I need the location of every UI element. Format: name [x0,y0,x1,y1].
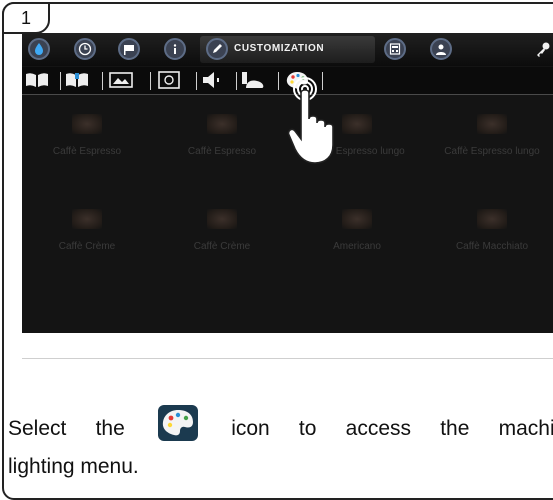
beverage-name: Caffè Macchiato [455,241,529,252]
screen-bottom-strip [22,333,553,359]
divider [196,72,197,90]
eco-icon[interactable] [240,70,266,90]
user-icon[interactable] [430,38,452,60]
cup-icon [72,209,102,229]
pencil-icon [206,38,228,60]
cup-icon [342,209,372,229]
monitor-icon[interactable] [156,70,182,90]
beverage-name: Caffè Crème [58,241,116,252]
beverage-name: Caffè Crème [193,241,251,252]
cup-icon [72,114,102,134]
speaker-icon[interactable] [200,70,226,90]
book-open-icon[interactable] [64,70,90,90]
beverage-tile[interactable]: Caffè Crème [22,201,152,271]
beverage-name: Caffè Espresso lungo [444,146,540,157]
divider [236,72,237,90]
flag-icon[interactable] [118,38,140,60]
calculator-icon[interactable] [384,38,406,60]
display-icon[interactable] [108,70,134,90]
beverage-tile[interactable]: Caffè Macchiato [427,201,553,271]
tab-customization-label: CUSTOMIZATION [234,43,325,54]
instruction-text-line2: lighting menu. [8,455,139,478]
divider [278,72,279,90]
clock-icon[interactable] [74,38,96,60]
key-icon[interactable] [534,41,552,59]
book-icon[interactable] [24,70,50,90]
instruction-text: Select the icon to access the machine [8,405,553,443]
beverage-name: Americano [333,241,381,252]
beverage-tile[interactable]: Caffè Crème [157,201,287,271]
divider [150,72,151,90]
beverage-tile[interactable]: Caffè Espresso [22,106,152,176]
beverage-name: Caffè Espresso [52,146,122,157]
divider [60,72,61,90]
step-number-badge: 1 [2,2,50,34]
cup-icon [477,114,507,134]
beverage-tile[interactable]: Caffè Espresso [157,106,287,176]
cup-icon [477,209,507,229]
cup-icon [207,209,237,229]
main-tab-bar: CUSTOMIZATION [22,33,553,66]
instruction-text-after: icon to access the machine [231,417,553,440]
beverage-name: Caffè Espresso [187,146,257,157]
instruction-text-before: Select the [8,417,125,440]
water-drop-icon[interactable] [28,38,50,60]
info-icon[interactable] [164,38,186,60]
pointing-hand-icon [287,77,334,164]
cup-icon [207,114,237,134]
palette-icon [157,405,198,441]
beverage-tile[interactable]: Americano [292,201,422,271]
divider [102,72,103,90]
tab-customization[interactable]: CUSTOMIZATION [200,36,375,63]
beverage-tile[interactable]: Caffè Espresso lungo [427,106,553,176]
